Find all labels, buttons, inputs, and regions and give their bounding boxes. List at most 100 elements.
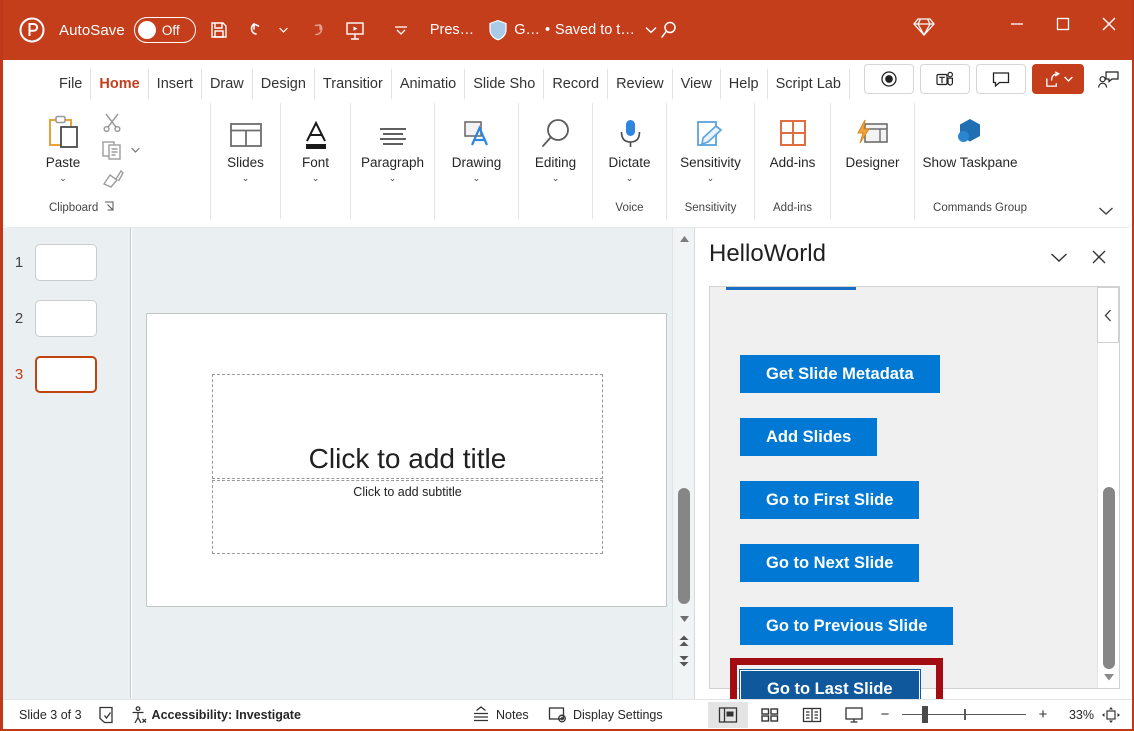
comment-icon[interactable] (976, 64, 1026, 94)
slides-button[interactable]: Slides ⌄ (217, 103, 274, 184)
zoom-level-label[interactable]: 33% (1054, 708, 1094, 722)
undo-icon[interactable] (242, 13, 276, 47)
zoom-out-button[interactable]: − (876, 706, 894, 723)
get-slide-metadata-button[interactable]: Get Slide Metadata (740, 355, 940, 393)
customize-quick-access-icon[interactable] (384, 13, 418, 47)
reading-view-icon[interactable] (792, 702, 832, 728)
zoom-in-button[interactable]: + (1034, 706, 1052, 723)
slideshow-view-icon[interactable] (834, 702, 874, 728)
tab-design[interactable]: Design (253, 69, 315, 99)
triangle-down-icon[interactable] (1098, 668, 1120, 686)
person-comment-icon[interactable] (1090, 64, 1126, 94)
autosave-toggle[interactable]: Off (134, 17, 196, 43)
undo-dropdown-icon[interactable] (276, 13, 292, 47)
go-to-previous-slide-button[interactable]: Go to Previous Slide (740, 607, 953, 645)
tab-help[interactable]: Help (721, 69, 768, 99)
thumbnail-row-1[interactable]: 1 (3, 244, 97, 281)
title-placeholder[interactable]: Click to add title (212, 374, 603, 479)
group-label-voice: Voice (593, 197, 667, 219)
go-to-first-slide-button[interactable]: Go to First Slide (740, 481, 919, 519)
current-slide[interactable]: Click to add title Click to add subtitle (146, 313, 667, 607)
diamond-icon[interactable] (906, 8, 942, 42)
tab-script-lab[interactable]: Script Lab (768, 69, 850, 99)
normal-view-icon[interactable] (708, 702, 748, 728)
addins-grid-icon (775, 111, 811, 153)
share-button[interactable] (1032, 64, 1084, 94)
document-title[interactable]: Pres… (430, 22, 474, 38)
double-triangle-up-icon[interactable] (673, 632, 695, 650)
task-pane-scrollbar[interactable] (1097, 287, 1119, 688)
tab-record[interactable]: Record (544, 69, 608, 99)
slide-thumbnail-2[interactable] (35, 300, 97, 337)
task-pane-close-icon[interactable] (1084, 242, 1114, 272)
add-slides-button[interactable]: Add Slides (740, 418, 877, 456)
task-pane-menu-chevron-down-icon[interactable] (1044, 242, 1074, 272)
search-icon[interactable] (651, 13, 687, 47)
collapse-ribbon-icon[interactable] (1098, 205, 1114, 219)
show-taskpane-button[interactable]: Show Taskpane (921, 103, 1019, 171)
canvas-scroll-thumb[interactable] (678, 488, 690, 604)
task-pane-scroll-thumb[interactable] (1103, 487, 1115, 669)
task-pane-collapse-chevron-left-icon[interactable] (1097, 287, 1119, 343)
accessibility-status[interactable]: Accessibility: Investigate (122, 700, 309, 730)
slide-thumbnail-3[interactable] (35, 356, 97, 393)
chevron-down-icon[interactable]: ⌄ (312, 173, 320, 184)
spellcheck-icon[interactable] (90, 700, 122, 730)
double-triangle-down-icon[interactable] (673, 652, 695, 670)
thumbnail-row-3[interactable]: 3 (3, 356, 97, 393)
chevron-down-icon[interactable]: ⌄ (552, 173, 560, 184)
record-icon[interactable] (864, 64, 914, 94)
canvas-vertical-scrollbar[interactable] (672, 228, 694, 699)
sensitivity-label[interactable]: G… (514, 22, 540, 38)
chevron-down-icon[interactable]: ⌄ (707, 173, 715, 184)
paste-button[interactable]: Paste ⌄ (29, 103, 97, 184)
tab-view[interactable]: View (673, 69, 721, 99)
minimize-icon[interactable] (994, 0, 1040, 48)
tab-file[interactable]: File (51, 69, 91, 99)
tab-draw[interactable]: Draw (202, 69, 253, 99)
ribbon-group-voice: Dictate ⌄ (593, 103, 667, 199)
tab-review[interactable]: Review (608, 69, 673, 99)
add-ins-button[interactable]: Add-ins (761, 103, 824, 171)
drawing-button[interactable]: Drawing ⌄ (441, 103, 512, 184)
tab-insert[interactable]: Insert (149, 69, 202, 99)
chevron-down-icon[interactable]: ⌄ (389, 173, 397, 184)
chevron-down-icon[interactable]: ⌄ (242, 173, 250, 184)
tab-animations[interactable]: Animatio (392, 69, 465, 99)
font-button[interactable]: Font ⌄ (287, 103, 344, 184)
maximize-icon[interactable] (1040, 0, 1086, 48)
tab-home[interactable]: Home (91, 69, 148, 99)
close-icon[interactable] (1086, 0, 1132, 48)
triangle-up-icon[interactable] (673, 230, 695, 248)
start-presentation-icon[interactable] (338, 13, 372, 47)
ribbon-group-slides: Slides ⌄ (211, 103, 281, 199)
slide-count-label[interactable]: Slide 3 of 3 (11, 700, 90, 730)
dictate-button[interactable]: Dictate ⌄ (599, 103, 660, 184)
triangle-down-icon[interactable] (673, 610, 695, 628)
display-settings-button[interactable]: Display Settings (540, 700, 671, 730)
zoom-slider[interactable] (902, 702, 1026, 728)
notes-button[interactable]: Notes (463, 700, 537, 730)
slide-sorter-icon[interactable] (750, 702, 790, 728)
cut-button[interactable] (97, 109, 140, 135)
tab-transitions[interactable]: Transitior (315, 69, 392, 99)
chevron-down-icon[interactable]: ⌄ (626, 173, 634, 184)
format-painter-button[interactable] (97, 165, 140, 191)
chevron-down-icon[interactable]: ⌄ (59, 173, 67, 184)
designer-button[interactable]: Designer (837, 103, 908, 171)
subtitle-placeholder[interactable]: Click to add subtitle (212, 480, 603, 554)
chevron-down-icon[interactable]: ⌄ (473, 173, 481, 184)
go-to-next-slide-button[interactable]: Go to Next Slide (740, 544, 919, 582)
editing-button[interactable]: Editing ⌄ (525, 103, 586, 184)
paragraph-button[interactable]: Paragraph ⌄ (357, 103, 428, 184)
fit-to-window-icon[interactable] (1096, 702, 1126, 728)
copy-button[interactable] (97, 137, 140, 163)
save-icon[interactable] (202, 13, 236, 47)
teams-icon[interactable] (920, 64, 970, 94)
zoom-slider-knob[interactable] (922, 706, 928, 723)
slide-thumbnail-1[interactable] (35, 244, 97, 281)
sensitivity-button[interactable]: Sensitivity ⌄ (673, 103, 748, 184)
tab-slide-show[interactable]: Slide Sho (465, 69, 544, 99)
dialog-launcher-icon[interactable] (104, 201, 115, 215)
thumbnail-row-2[interactable]: 2 (3, 300, 97, 337)
